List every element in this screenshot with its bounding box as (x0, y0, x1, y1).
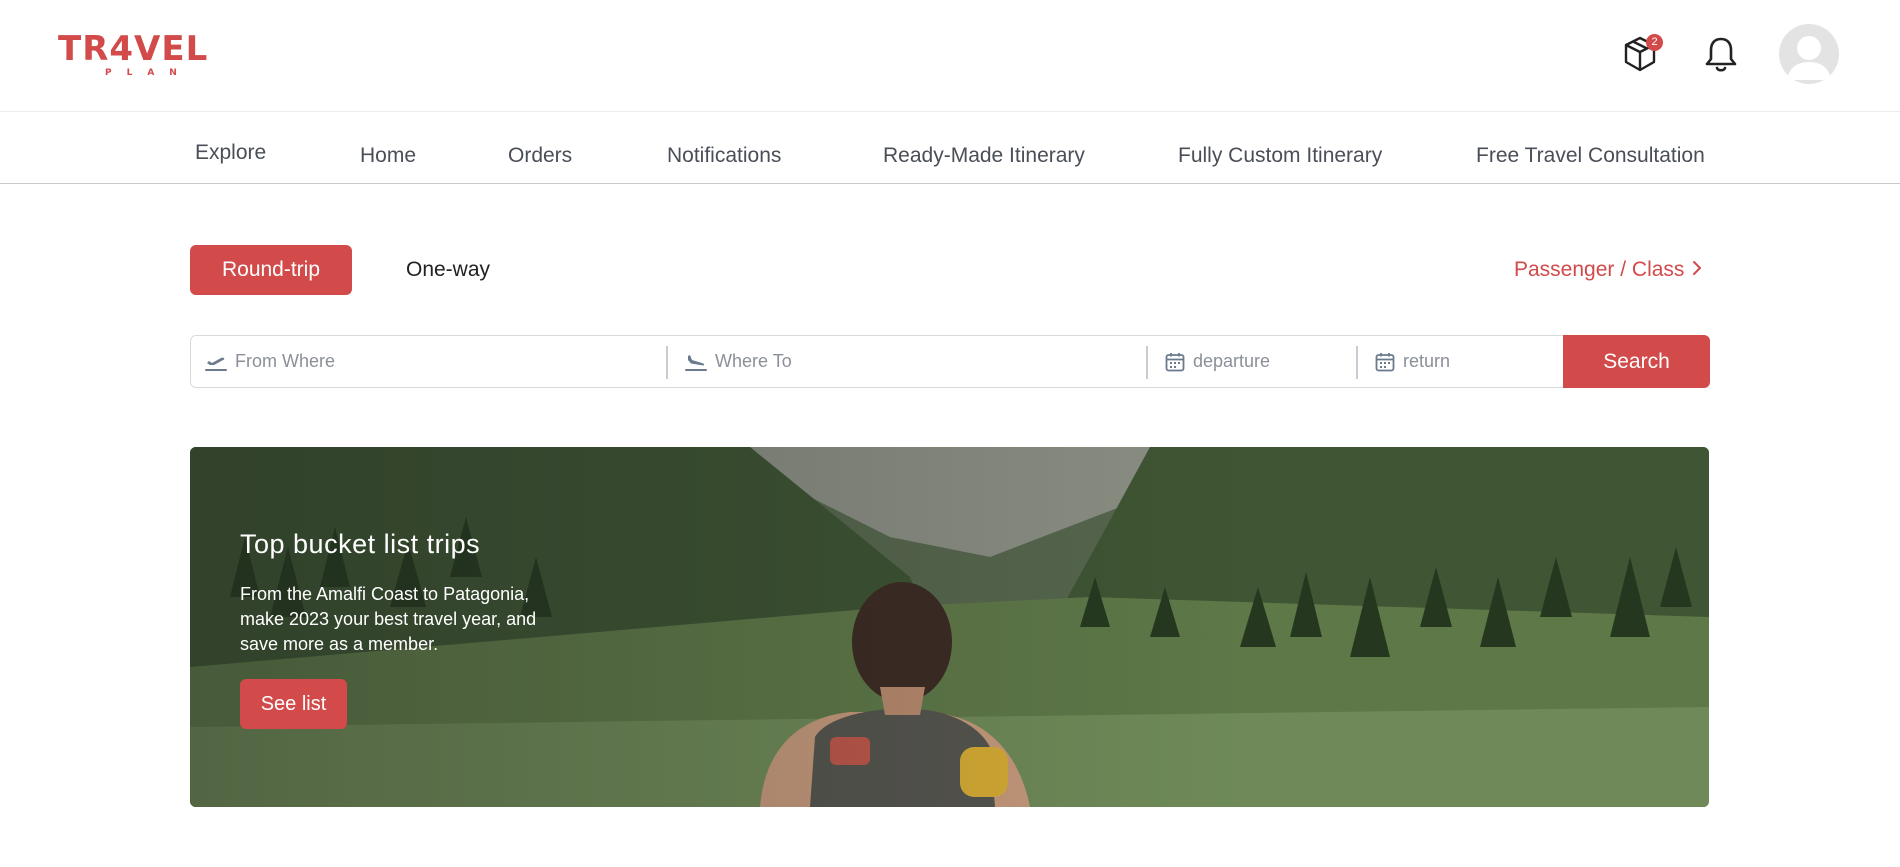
hero-description: From the Amalfi Coast to Patagonia, make… (240, 584, 537, 654)
return-placeholder: return (1403, 351, 1451, 371)
hero-title: Top bucket list trips (240, 529, 481, 559)
bell-icon[interactable] (1697, 30, 1745, 78)
travel-plan-logo[interactable]: TR4VEL PLAN (58, 30, 223, 80)
bucket-list-hero-banner: Top bucket list trips From the Amalfi Co… (190, 447, 1709, 807)
logo-main-text: TR4VEL (58, 29, 209, 69)
from-where-placeholder: From Where (235, 351, 336, 371)
passenger-class-label: Passenger / Class (1514, 258, 1685, 281)
nav-item-notifications[interactable]: Notifications (667, 144, 781, 168)
logo-sub-text: PLAN (105, 68, 192, 78)
departure-placeholder: departure (1193, 351, 1271, 371)
nav-item-free-travel-consultation[interactable]: Free Travel Consultation (1476, 144, 1705, 168)
package-count-badge: 2 (1646, 34, 1663, 51)
nav-item-ready-made-itinerary[interactable]: Ready-Made Itinerary (883, 144, 1085, 168)
nav-item-fully-custom-itinerary[interactable]: Fully Custom Itinerary (1178, 144, 1382, 168)
passenger-class-link[interactable]: Passenger / Class (1514, 258, 1702, 282)
chevron-right-icon (1692, 260, 1702, 281)
departure-date-field[interactable]: departure (1165, 336, 1355, 387)
field-divider (1146, 346, 1148, 379)
one-way-button[interactable]: One-way (398, 245, 498, 295)
field-divider (1356, 346, 1358, 379)
flight-search-bar: From Where Where To departure return Sea… (190, 335, 1710, 388)
calendar-icon (1165, 352, 1185, 371)
return-date-field[interactable]: return (1375, 336, 1555, 387)
bell-icon-svg (1705, 37, 1737, 72)
user-avatar[interactable] (1779, 24, 1839, 84)
main-navigation: Explore Home Orders Notifications Ready-… (0, 112, 1900, 184)
calendar-icon (1375, 352, 1395, 371)
search-button[interactable]: Search (1563, 335, 1710, 388)
user-avatar-icon (1787, 36, 1831, 80)
where-to-placeholder: Where To (715, 351, 792, 371)
round-trip-button[interactable]: Round-trip (190, 245, 352, 295)
field-divider (666, 346, 668, 379)
see-list-button[interactable]: See list (240, 679, 347, 729)
nav-item-explore[interactable]: Explore (195, 141, 266, 165)
nav-item-home[interactable]: Home (360, 144, 416, 168)
plane-takeoff-icon (205, 357, 227, 371)
from-where-field[interactable]: From Where (205, 336, 660, 387)
package-icon[interactable]: 2 (1616, 30, 1664, 78)
plane-landing-icon (685, 354, 707, 371)
nav-item-orders[interactable]: Orders (508, 144, 572, 168)
where-to-field[interactable]: Where To (685, 336, 1135, 387)
top-header: TR4VEL PLAN 2 (0, 0, 1900, 112)
